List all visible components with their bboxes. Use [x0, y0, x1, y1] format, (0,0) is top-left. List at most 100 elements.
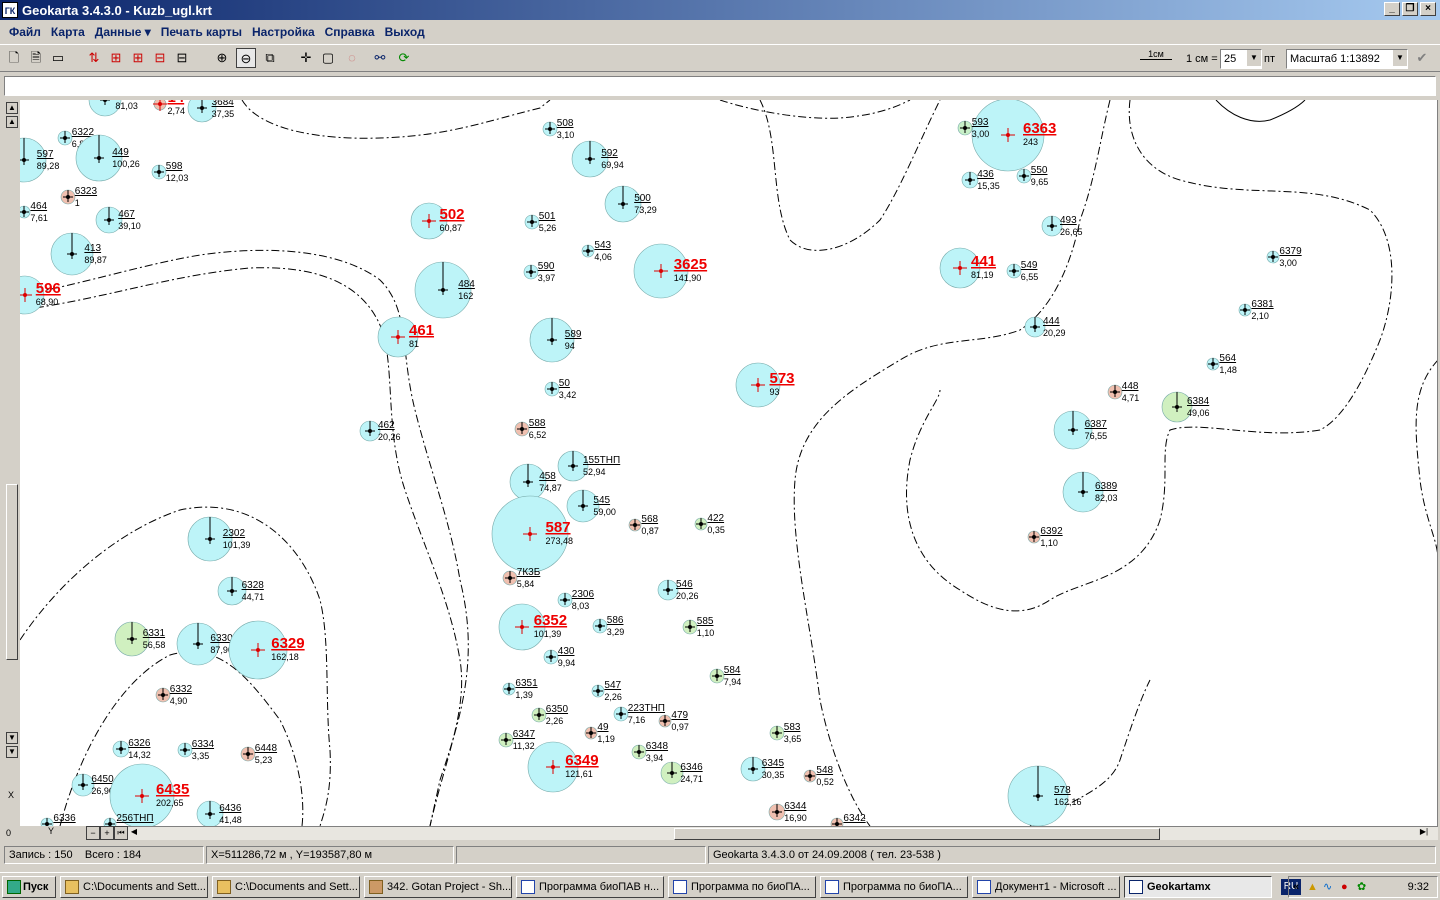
well-marker[interactable]: 81,03 — [88, 100, 138, 117]
refresh-icon[interactable]: ⟳ — [394, 48, 414, 68]
well-marker[interactable]: 484162 — [414, 261, 475, 319]
well-marker[interactable]: 63483,94 — [631, 741, 668, 763]
well-marker[interactable]: 634711,32 — [498, 729, 535, 751]
task-item-word-4[interactable]: Документ1 - Microsoft ... — [972, 876, 1120, 898]
well-marker[interactable]: 5847,94 — [709, 665, 741, 687]
well-marker[interactable]: 7К3Б5,84 — [502, 567, 541, 589]
well-marker[interactable]: 58994 — [529, 317, 582, 363]
well-marker[interactable]: 638776,55 — [1053, 410, 1107, 450]
scroll-right-icon[interactable]: ▶| — [1412, 827, 1436, 839]
chevron-down-icon[interactable]: ▼ — [1393, 50, 1407, 66]
well-marker[interactable]: 46181 — [377, 316, 434, 358]
well-marker[interactable]: 46739,10 — [95, 206, 141, 234]
well-marker[interactable]: 46220,26 — [359, 420, 401, 442]
task-item-explorer-1[interactable]: C:\Documents and Sett... — [60, 876, 208, 898]
well-marker[interactable]: 4484,71 — [1107, 381, 1139, 403]
well-marker[interactable]: 5851,10 — [682, 616, 714, 638]
add-icon[interactable]: + — [100, 826, 114, 840]
well-marker[interactable]: 643641,48 — [196, 800, 242, 826]
well-marker[interactable]: 4647,61 — [20, 201, 48, 223]
save-icon[interactable]: ▭ — [48, 48, 68, 68]
tray-warning-icon[interactable]: ▲ — [1307, 877, 1318, 897]
well-marker[interactable]: 44181,19 — [939, 247, 996, 289]
menu-data[interactable]: Данные ▾ — [90, 25, 156, 39]
well-marker[interactable]: 57393 — [735, 362, 795, 408]
task-item-player[interactable]: 342. Gotan Project - Sh... — [364, 876, 512, 898]
task-item-geokarta[interactable]: Geokartamx — [1124, 876, 1272, 898]
select-rect-icon[interactable]: ▢ — [318, 48, 338, 68]
well-marker[interactable]: 4309,94 — [543, 646, 575, 668]
zoom-out-icon[interactable]: ⊖ — [236, 48, 256, 68]
cm-input[interactable]: 25 ▼ — [1220, 49, 1262, 69]
well-marker[interactable]: 5083,10 — [542, 118, 574, 140]
scroll-up-icon[interactable]: ▲ — [6, 102, 18, 114]
chevron-down-icon[interactable]: ▼ — [1247, 50, 1261, 66]
well-marker[interactable]: 63793,00 — [1266, 246, 1302, 268]
menu-map[interactable]: Карта — [46, 25, 90, 39]
well-marker[interactable]: 6352101,39 — [498, 603, 567, 651]
table-icon[interactable]: ⊟ — [172, 48, 192, 68]
tray-network-icon[interactable]: ∿ — [1323, 877, 1332, 897]
zoom-in-icon[interactable]: ⊕ — [212, 48, 232, 68]
menu-file[interactable]: Файл — [4, 25, 46, 39]
well-marker[interactable]: 632844,71 — [217, 576, 264, 606]
sort-icon[interactable]: ⇅ — [84, 48, 104, 68]
well-marker[interactable]: 587273,48 — [491, 495, 573, 573]
well-marker[interactable]: 50073,29 — [604, 185, 657, 223]
well-marker[interactable]: 63343,35 — [177, 739, 214, 761]
well-marker[interactable]: 59789,28 — [20, 137, 59, 183]
well-marker[interactable]: 63231 — [60, 186, 97, 208]
vscroll-thumb[interactable] — [6, 484, 18, 660]
new-file-icon[interactable]: 🗋 — [4, 48, 24, 68]
maximize-button[interactable]: ❐ — [1402, 2, 1418, 16]
well-marker[interactable]: 223ТНП7,16 — [613, 703, 665, 725]
well-marker[interactable]: 634530,35 — [740, 756, 784, 782]
well-marker[interactable]: 633156,58 — [114, 621, 165, 657]
well-marker[interactable]: 45874,87 — [509, 463, 562, 501]
well-marker[interactable]: 6329162,18 — [228, 620, 305, 680]
horizontal-scrollbar[interactable]: ◀ ▶| — [128, 826, 1438, 840]
task-item-word-3[interactable]: Программа по биоПА... — [820, 876, 968, 898]
well-marker[interactable]: 634416,90 — [768, 801, 807, 823]
well-marker[interactable]: 63511,39 — [502, 678, 538, 700]
hscroll-thumb[interactable] — [674, 828, 1160, 840]
minimize-button[interactable]: _ — [1384, 2, 1400, 16]
task-item-explorer-2[interactable]: C:\Documents and Sett... — [212, 876, 360, 898]
well-marker[interactable]: 63502,26 — [531, 704, 568, 726]
well-marker[interactable]: 633087,90 — [176, 622, 233, 666]
well-marker[interactable]: 5641,48 — [1206, 353, 1237, 375]
well-marker[interactable]: 6342 — [830, 813, 866, 826]
well-marker[interactable]: 44420,29 — [1024, 316, 1066, 338]
well-marker[interactable]: 368437,35 — [187, 100, 234, 123]
well-marker[interactable]: 59269,94 — [571, 140, 624, 178]
tray-antivirus-icon[interactable]: ● — [1341, 877, 1348, 897]
tray-volume-icon[interactable]: ✿ — [1357, 877, 1366, 897]
well-marker[interactable]: 59812,03 — [151, 161, 188, 183]
well-marker[interactable]: 59668,90 — [20, 275, 61, 315]
well-marker[interactable]: 54559,00 — [566, 489, 616, 523]
vertical-scrollbar[interactable]: ▲ ▲ ▼ ▼ X 0 Y — [4, 100, 54, 842]
scale-select[interactable]: Масштаб 1:13892 ▼ — [1286, 49, 1408, 69]
well-marker[interactable]: 63324,90 — [155, 684, 192, 706]
well-marker[interactable]: 5434,06 — [581, 240, 612, 262]
well-marker[interactable]: 638982,03 — [1062, 471, 1118, 513]
well-marker[interactable]: 63812,10 — [1238, 299, 1274, 321]
well-marker[interactable]: 5480,52 — [803, 765, 834, 787]
well-marker[interactable]: 634624,71 — [660, 761, 703, 785]
well-marker[interactable]: 49326,65 — [1041, 215, 1083, 237]
well-marker[interactable]: 5833,65 — [769, 722, 801, 744]
well-marker[interactable]: 578162,16 — [1007, 765, 1082, 826]
scroll-left-icon[interactable]: ◀ — [128, 827, 140, 839]
well-marker[interactable]: 3625141,90 — [633, 243, 707, 299]
well-marker[interactable]: 5680,87 — [628, 514, 659, 536]
scroll-top-icon[interactable]: ▲ — [6, 116, 18, 128]
close-button[interactable]: × — [1420, 2, 1436, 16]
well-marker[interactable]: 638449,06 — [1161, 391, 1210, 423]
command-input[interactable] — [4, 76, 1436, 96]
well-marker[interactable]: 5472,26 — [591, 680, 622, 702]
well-marker[interactable]: 5903,97 — [523, 261, 555, 283]
well-marker[interactable]: 491,19 — [584, 722, 615, 744]
pan-icon[interactable]: ✛ — [296, 48, 316, 68]
well-marker[interactable]: 155ТНП52,94 — [557, 450, 620, 482]
well-marker[interactable]: 6349121,61 — [527, 741, 599, 793]
